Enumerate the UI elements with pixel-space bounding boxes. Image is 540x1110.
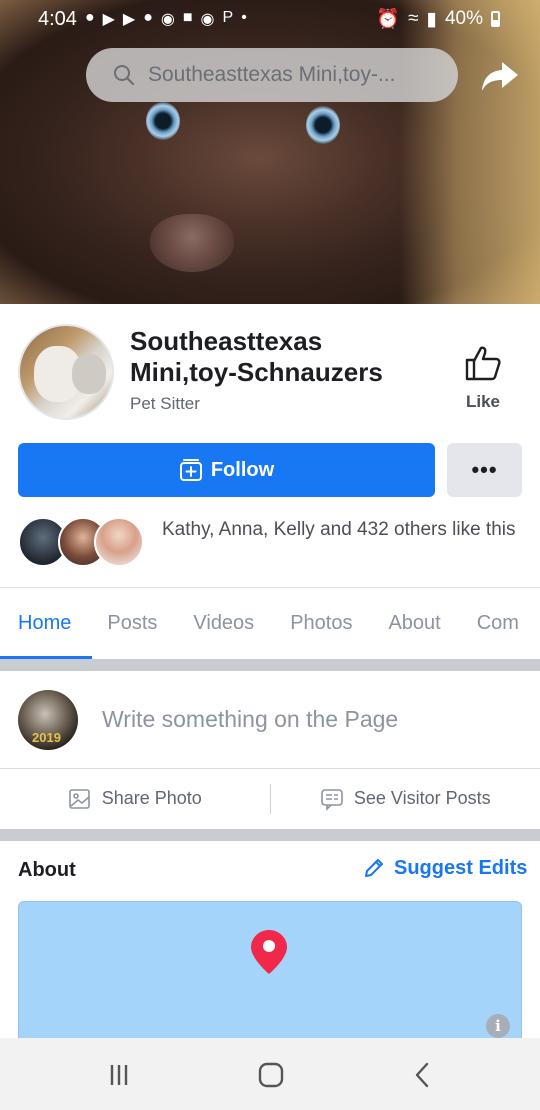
photo-icon	[68, 788, 90, 809]
friends-avatars[interactable]	[18, 517, 148, 567]
visitor-posts-icon	[321, 788, 343, 811]
page-title: Southeasttexas Mini,toy-Schnauzers	[130, 326, 383, 387]
battery-level: 40%	[444, 8, 483, 29]
tab-videos[interactable]: Videos	[175, 612, 272, 635]
dot-icon: •	[241, 9, 247, 26]
cover-background	[400, 0, 540, 304]
like-button[interactable]: Like	[452, 344, 514, 412]
tab-photos[interactable]: Photos	[272, 612, 370, 635]
more-icon: •••	[471, 457, 498, 482]
section-divider	[0, 829, 540, 841]
suggest-edits-button[interactable]: Suggest Edits	[362, 856, 527, 880]
share-icon[interactable]	[480, 56, 520, 96]
avatar-dog	[72, 354, 106, 394]
account-icon: ◉	[200, 11, 215, 28]
location-map[interactable]	[18, 901, 522, 1051]
follow-icon	[179, 459, 202, 481]
wifi-icon: ≈	[408, 8, 419, 29]
like-label: Like	[465, 392, 501, 411]
see-visitor-posts-label: See Visitor Posts	[353, 788, 491, 808]
search-text: Southeasttexas Mini,toy-...	[148, 63, 396, 86]
section-divider	[0, 659, 540, 671]
facebook-icon: ●	[84, 9, 95, 26]
page-tabs: Home Posts Videos Photos About Com	[0, 587, 540, 659]
badge-icon: ■	[182, 9, 193, 26]
notification-icons: ● ▶ ▶ ● ◉ ■ ◉ P •	[85, 9, 247, 29]
composer-avatar: 2019	[18, 690, 78, 750]
map-pin-icon	[251, 930, 287, 974]
thumbs-up-icon	[465, 346, 501, 381]
tab-home[interactable]: Home	[0, 612, 89, 635]
status-time: 4:04	[38, 7, 77, 30]
dog-nose	[150, 214, 234, 272]
home-icon[interactable]	[256, 1060, 286, 1090]
search-bar[interactable]: Southeasttexas Mini,toy-...	[86, 48, 458, 102]
status-bar: 4:04 ● ▶ ▶ ● ◉ ■ ◉ P • ⏰ ≈ ▮ 40%	[0, 0, 540, 38]
follow-label: Follow	[210, 458, 275, 481]
share-photo-label: Share Photo	[101, 788, 202, 808]
recent-apps-icon[interactable]	[104, 1060, 134, 1090]
youtube-icon: ▶	[122, 11, 136, 28]
follow-button[interactable]: Follow	[18, 443, 435, 497]
write-post-input[interactable]: Write something on the Page	[102, 706, 398, 733]
friend-avatar	[94, 517, 144, 567]
tab-posts[interactable]: Posts	[89, 612, 175, 635]
page-category[interactable]: Pet Sitter	[130, 394, 200, 414]
back-icon[interactable]	[408, 1060, 438, 1090]
see-visitor-posts-button[interactable]: See Visitor Posts	[271, 787, 540, 811]
map-info-icon[interactable]: i	[486, 1014, 510, 1038]
alarm-icon: ⏰	[376, 9, 401, 30]
page-profile-picture[interactable]	[18, 324, 114, 420]
pencil-icon	[365, 859, 383, 877]
composer-actions: Share Photo See Visitor Posts	[0, 768, 540, 828]
dog-eye-right	[306, 106, 340, 144]
status-right: ⏰ ≈ ▮ 40%	[376, 7, 500, 31]
search-icon	[114, 65, 135, 86]
pet-icon: ◉	[160, 11, 175, 28]
suggest-edits-label: Suggest Edits	[394, 856, 528, 879]
likes-summary[interactable]: Kathy, Anna, Kelly and 432 others like t…	[162, 518, 522, 542]
signal-icon: ▮	[426, 8, 437, 30]
cover-photo[interactable]	[0, 0, 540, 304]
more-options-button[interactable]: •••	[447, 443, 522, 497]
youtube-icon: ▶	[102, 11, 115, 28]
share-photo-button[interactable]: Share Photo	[0, 787, 270, 811]
pinterest-icon: P	[222, 9, 234, 26]
about-heading: About	[18, 859, 76, 881]
dog-eye-left	[146, 102, 180, 140]
messenger-icon: ●	[143, 9, 153, 26]
battery-icon	[491, 11, 500, 27]
avatar-year: 2019	[32, 730, 61, 745]
tab-about[interactable]: About	[370, 612, 458, 635]
tab-community[interactable]: Com	[459, 612, 537, 635]
